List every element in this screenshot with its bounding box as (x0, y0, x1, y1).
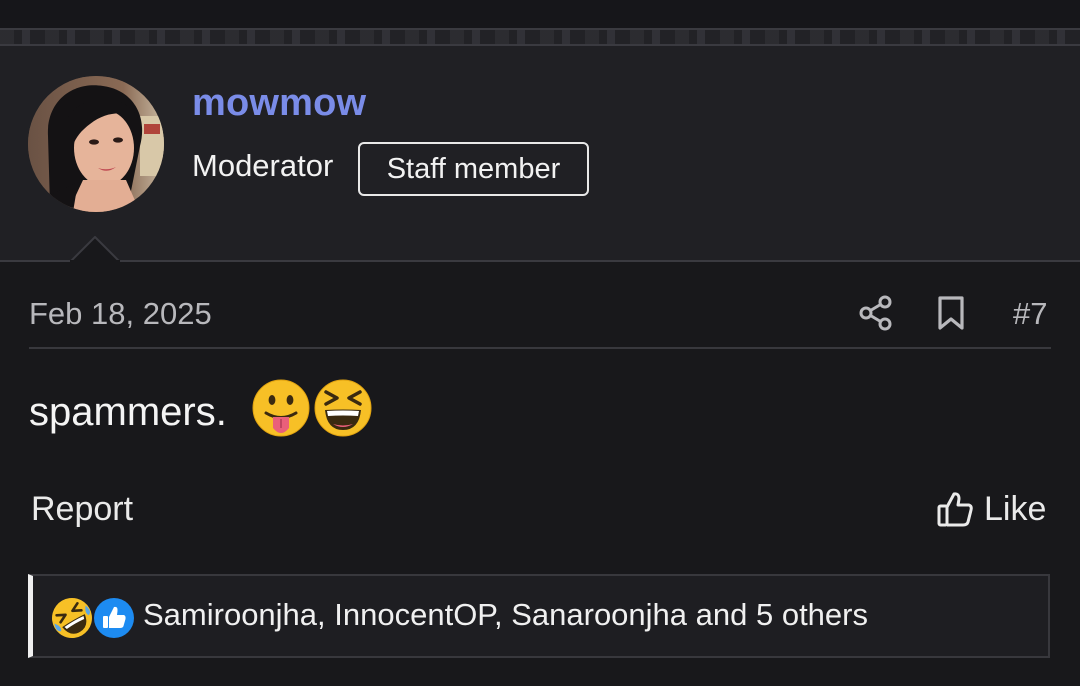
grinning-squinting-face-emoji (314, 379, 372, 437)
like-button[interactable]: Like (936, 488, 1046, 530)
username-link[interactable]: mowmow (192, 82, 366, 125)
bookmark-icon[interactable] (934, 294, 968, 332)
thumbs-up-icon (937, 492, 973, 527)
divider (29, 347, 1051, 349)
top-bar (0, 0, 1080, 28)
forum-post-page: mowmow Moderator Staff member Feb 18, 20… (0, 0, 1080, 686)
rolling-on-floor-laughing-emoji (52, 598, 92, 638)
like-label: Like (984, 489, 1047, 528)
face-with-tongue-emoji (252, 379, 310, 437)
decorative-strip (0, 30, 1080, 44)
user-role: Moderator (192, 148, 334, 183)
divider (0, 260, 1080, 262)
reactions-summary-text[interactable]: Samiroonjha, InnocentOP, Sanaroonjha and… (143, 597, 868, 633)
post-date[interactable]: Feb 18, 2025 (29, 296, 212, 332)
post-permalink-number[interactable]: #7 (1013, 296, 1047, 332)
like-reaction-icon (94, 598, 134, 638)
staff-badge: Staff member (358, 142, 589, 196)
avatar[interactable] (28, 76, 164, 212)
header-pointer-arrow (70, 236, 120, 262)
post-message-text: spammers. (29, 390, 227, 434)
report-link[interactable]: Report (31, 490, 133, 529)
user-photo (28, 76, 164, 212)
share-icon[interactable] (858, 294, 894, 332)
